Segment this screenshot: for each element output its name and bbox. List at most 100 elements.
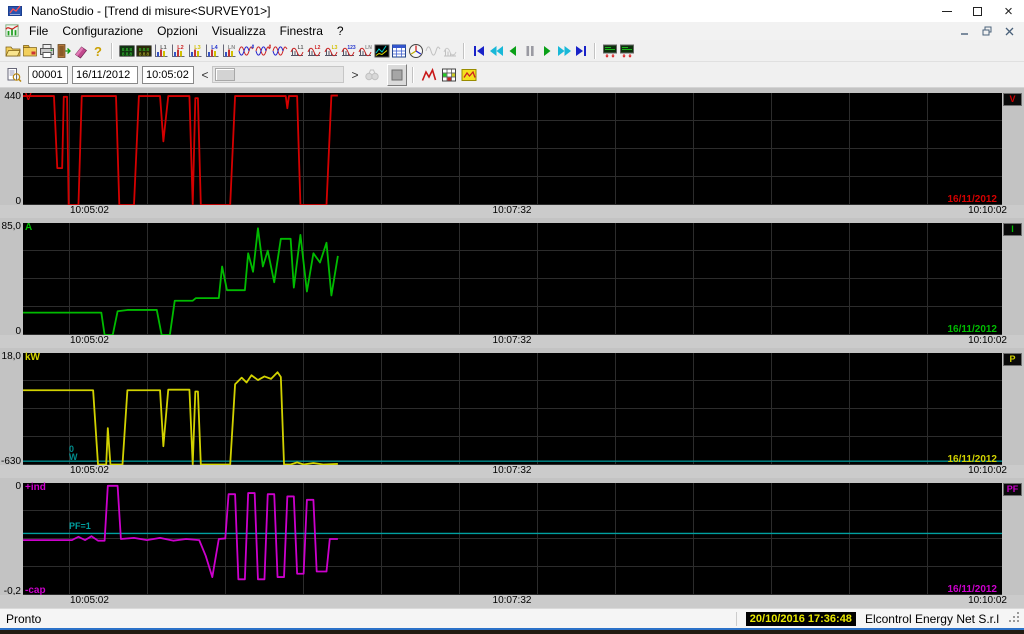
close-file-button[interactable] — [21, 41, 38, 61]
waveform-vi-button[interactable] — [271, 41, 288, 61]
toolbar-separator — [594, 43, 596, 59]
waveform-view-button — [424, 41, 441, 61]
skip-to-end-button[interactable] — [572, 41, 589, 61]
y-max-label: 85,0 — [2, 221, 21, 232]
mdi-restore-button[interactable] — [980, 25, 994, 37]
maximize-button[interactable] — [962, 0, 993, 22]
pf-date-label: 16/11/2012 — [948, 584, 998, 595]
pause-button[interactable] — [521, 41, 538, 61]
current-plot[interactable]: A 16/11/2012 — [23, 223, 1002, 335]
power-time-axis: 10:05:02 10:07:32 10:10:02 — [0, 465, 1024, 478]
harmonics-l3-button[interactable]: L3 — [322, 41, 339, 61]
open-file-button[interactable] — [4, 41, 21, 61]
export-button[interactable] — [55, 41, 72, 61]
toolbar-separator — [463, 43, 465, 59]
pf-y-axis: 0 -0,2 — [0, 483, 23, 595]
voltage-plot[interactable]: V 16/11/2012 — [23, 93, 1002, 205]
stop-button[interactable] — [387, 64, 407, 86]
play-button[interactable] — [538, 41, 555, 61]
toolbar-separator — [111, 43, 113, 59]
marker-start-button[interactable] — [601, 41, 618, 61]
marker-end-button[interactable] — [618, 41, 635, 61]
power-date-label: 16/11/2012 — [948, 454, 998, 465]
led-display-2-button[interactable]: 8.8.88.8.8 — [135, 41, 152, 61]
svg-text:L3: L3 — [331, 45, 337, 51]
menu-item-configurazione[interactable]: Configurazione — [55, 22, 150, 40]
pf-plot[interactable]: +ind -cap PF=1 16/11/2012 — [23, 483, 1002, 595]
waveform-v-button[interactable]: A — [237, 41, 254, 61]
zero-watt-ref-label: 0 W — [69, 445, 78, 461]
phasor-view-button[interactable] — [407, 41, 424, 61]
table-report-button[interactable] — [439, 65, 459, 85]
statusbar: Pronto 20/10/2016 17:36:48 Elcontrol Ene… — [0, 608, 1024, 628]
power-plot[interactable]: kW 0 W 16/11/2012 — [23, 353, 1002, 465]
screen-bottom-band — [0, 630, 1024, 634]
led-display-1-button[interactable]: 8.8.88.8.8 — [118, 41, 135, 61]
time-end-label: 10:10:02 — [968, 335, 1007, 346]
voltage-right-gutter: V — [1002, 93, 1024, 205]
status-datetime: 20/10/2016 17:36:48 — [746, 612, 856, 626]
menu-item-help[interactable]: ? — [330, 22, 351, 40]
pf-trace — [23, 483, 1002, 595]
menu-item-opzioni[interactable]: Opzioni — [150, 22, 205, 40]
histogram-l4-button[interactable]: L4 — [203, 41, 220, 61]
menu-item-file[interactable]: File — [22, 22, 55, 40]
scrollbar-thumb[interactable] — [215, 68, 235, 81]
erase-button[interactable] — [72, 41, 89, 61]
time-end-label: 10:10:02 — [968, 465, 1007, 476]
close-button[interactable]: × — [993, 0, 1024, 22]
trend-view-button[interactable] — [373, 41, 390, 61]
harmonics-l2-button[interactable]: L2 — [305, 41, 322, 61]
scroll-next-button[interactable]: > — [348, 66, 362, 84]
print-button[interactable] — [38, 41, 55, 61]
harmonics-l1-button[interactable]: L1 — [288, 41, 305, 61]
pf-unity-ref-label: PF=1 — [69, 522, 91, 530]
mdi-minimize-button[interactable] — [958, 25, 972, 37]
mdi-close-button[interactable] — [1002, 25, 1016, 37]
histogram-l3-button[interactable]: L3 — [186, 41, 203, 61]
record-scrollbar[interactable] — [212, 66, 344, 83]
time-mid-label: 10:07:32 — [493, 465, 532, 476]
current-y-axis: 85,0 0 — [0, 223, 23, 335]
time-end-label: 10:10:02 — [968, 205, 1007, 216]
time-end-label: 10:10:02 — [968, 595, 1007, 606]
record-date-field[interactable] — [72, 66, 138, 84]
y-max-label: 18,0 — [2, 351, 21, 362]
menu-item-visualizza[interactable]: Visualizza — [205, 22, 273, 40]
histogram-l1-button[interactable]: L1 — [152, 41, 169, 61]
harmonics-l123-button[interactable]: 123 — [339, 41, 356, 61]
record-search-button[interactable] — [4, 65, 24, 85]
svg-text:LN: LN — [227, 45, 234, 51]
record-number-field[interactable] — [28, 66, 68, 84]
record-time-field[interactable] — [142, 66, 194, 84]
voltage-unit-label: V — [25, 92, 32, 103]
time-mid-label: 10:07:32 — [493, 205, 532, 216]
fast-forward-button[interactable] — [555, 41, 572, 61]
waveform-i-button[interactable]: A — [254, 41, 271, 61]
resize-grip[interactable] — [1008, 611, 1021, 627]
trend-charts-area: 440 0 V 16/11/2012 V 10:05:02 10:07:32 1… — [0, 88, 1024, 608]
trend-report-button[interactable] — [419, 65, 439, 85]
pf-time-axis: 10:05:02 10:07:32 10:10:02 — [0, 595, 1024, 608]
help-button[interactable]: ? — [89, 41, 106, 61]
fast-rewind-button[interactable] — [487, 41, 504, 61]
y-max-label: 0 — [15, 481, 21, 492]
table-view-button[interactable] — [390, 41, 407, 61]
alarm-report-button[interactable] — [459, 65, 479, 85]
statusbar-separator — [736, 612, 737, 626]
titlebar: NanoStudio - [Trend di misure<SURVEY01>]… — [0, 0, 1024, 22]
window-title: NanoStudio - [Trend di misure<SURVEY01>] — [31, 4, 270, 18]
histogram-ln-button[interactable]: LN — [220, 41, 237, 61]
skip-to-start-button[interactable] — [470, 41, 487, 61]
pf-inductive-label: +ind — [25, 482, 46, 493]
document-chart-icon — [4, 24, 20, 38]
histogram-l2-button[interactable]: L2 — [169, 41, 186, 61]
minimize-button[interactable] — [931, 0, 962, 22]
menu-item-finestra[interactable]: Finestra — [273, 22, 330, 40]
harmonics-ln-button[interactable]: LN — [356, 41, 373, 61]
svg-text:?: ? — [94, 44, 102, 59]
scroll-prev-button[interactable]: < — [198, 66, 212, 84]
step-back-button[interactable] — [504, 41, 521, 61]
power-badge: P — [1003, 353, 1022, 366]
current-unit-label: A — [25, 222, 32, 233]
